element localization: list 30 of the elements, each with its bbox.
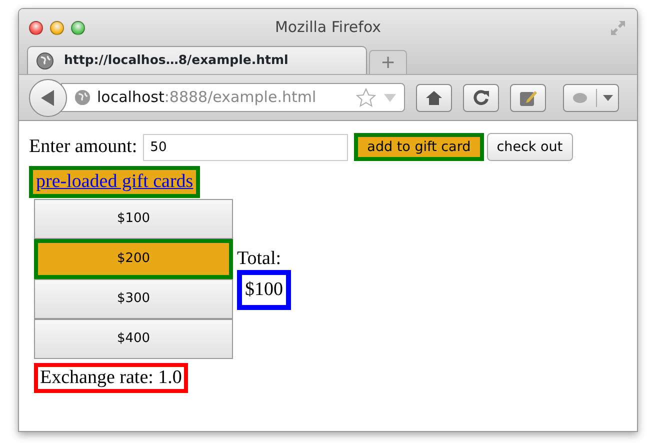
address-bar[interactable]: localhost:8888/example.html: [61, 83, 405, 112]
window-control-button[interactable]: [50, 20, 64, 34]
window-title: Mozilla Firefox: [274, 17, 382, 38]
globe-icon: [36, 52, 54, 70]
globe-icon: [74, 89, 91, 106]
gift-cards-link[interactable]: pre-loaded gift cards: [29, 166, 200, 198]
back-arrow-icon: [40, 88, 56, 106]
back-button[interactable]: [29, 78, 67, 116]
total-value: $100: [237, 270, 291, 310]
home-icon: [425, 90, 443, 106]
exchange-rate-text: Exchange rate: 1.0: [34, 362, 188, 392]
add-to-gift-card-button[interactable]: add to gift card: [354, 133, 484, 162]
home-button[interactable]: [416, 84, 452, 112]
window-control-button[interactable]: [71, 20, 85, 34]
browser-tab[interactable]: http://localhos…8/example.html: [27, 46, 367, 74]
reload-icon: [472, 88, 490, 106]
gift-card-option[interactable]: $100: [34, 198, 233, 238]
window-control-button[interactable]: [29, 20, 43, 34]
extension-button[interactable]: [510, 84, 546, 112]
gift-card-option[interactable]: $300: [34, 278, 233, 318]
reload-button[interactable]: [463, 84, 499, 112]
star-icon[interactable]: [356, 88, 376, 108]
total-label: Total:: [237, 248, 282, 270]
gift-card-option[interactable]: $200: [34, 238, 233, 278]
amount-field[interactable]: 50: [143, 134, 348, 161]
gift-card-option[interactable]: $400: [34, 318, 233, 358]
amount-label: Enter amount:: [29, 135, 138, 159]
check-out-button[interactable]: check out: [486, 133, 573, 162]
addon-menu-button[interactable]: [563, 84, 619, 112]
caret-icon: [602, 94, 612, 100]
